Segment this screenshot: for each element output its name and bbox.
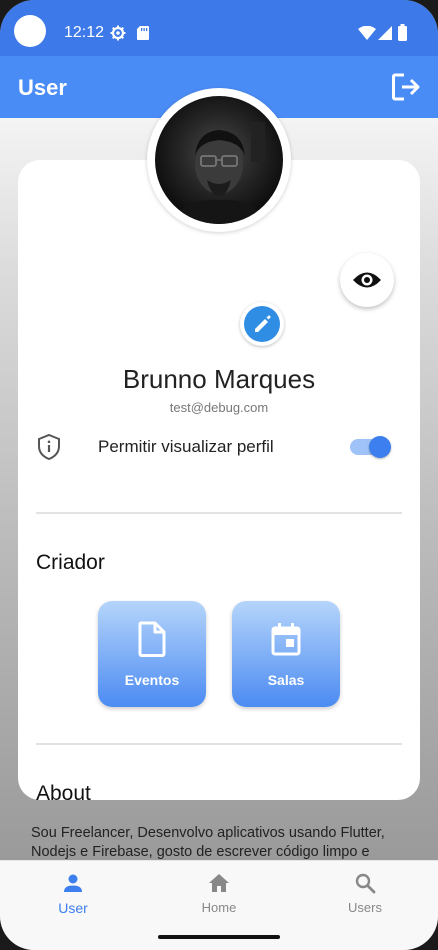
permission-toggle[interactable]: [350, 435, 392, 458]
divider: [36, 743, 402, 745]
status-time: 12:12: [64, 24, 105, 41]
person-icon: [64, 874, 82, 892]
eventos-tile[interactable]: Eventos: [98, 601, 206, 707]
nav-item-users[interactable]: Users: [292, 861, 438, 925]
gesture-handle[interactable]: [158, 935, 280, 939]
creator-title: Criador: [36, 551, 105, 574]
divider: [36, 512, 402, 514]
shield-info-icon: [38, 433, 60, 461]
status-bar: 12:12: [0, 0, 438, 56]
profile-name: Brunno Marques: [122, 364, 316, 394]
battery-icon: [398, 24, 407, 41]
bottom-navigation: User Home Users: [0, 860, 438, 924]
salas-tile[interactable]: Salas: [232, 601, 340, 707]
wifi-icon: [358, 26, 376, 40]
view-profile-button[interactable]: [340, 253, 394, 307]
person-photo-icon: [175, 122, 265, 224]
eventos-label: Eventos: [124, 672, 180, 688]
about-title: About: [36, 782, 91, 805]
eye-icon: [353, 272, 381, 288]
logout-icon: [392, 73, 420, 101]
avatar: [147, 88, 291, 232]
search-icon: [355, 873, 376, 894]
gesture-area: [0, 924, 438, 950]
salas-label: Salas: [267, 672, 305, 688]
nav-label-users: Users: [348, 900, 382, 915]
logout-button[interactable]: [390, 71, 422, 103]
home-icon: [209, 874, 229, 892]
settings-icon: [110, 25, 126, 41]
signal-icon: [378, 26, 392, 40]
about-text: Sou Freelancer, Desenvolvo aplicativos u…: [31, 825, 385, 860]
document-icon: [138, 621, 166, 657]
edit-avatar-button[interactable]: [240, 302, 284, 346]
nav-item-user[interactable]: User: [0, 861, 146, 925]
permission-label: Permitir visualizar perfil: [98, 437, 274, 456]
nav-item-home[interactable]: Home: [146, 861, 292, 925]
phone-screen: 12:12 User Brunno Marques test@debug.com…: [0, 0, 438, 950]
sd-card-icon: [137, 26, 149, 40]
nav-label-user: User: [58, 900, 88, 916]
calendar-icon: [271, 623, 301, 656]
nav-label-home: Home: [201, 900, 237, 915]
camera-cutout: [14, 15, 46, 47]
profile-email: test@debug.com: [169, 400, 269, 415]
avatar-photo: [155, 96, 283, 224]
page-title: User: [18, 75, 67, 100]
pencil-icon: [255, 315, 271, 332]
